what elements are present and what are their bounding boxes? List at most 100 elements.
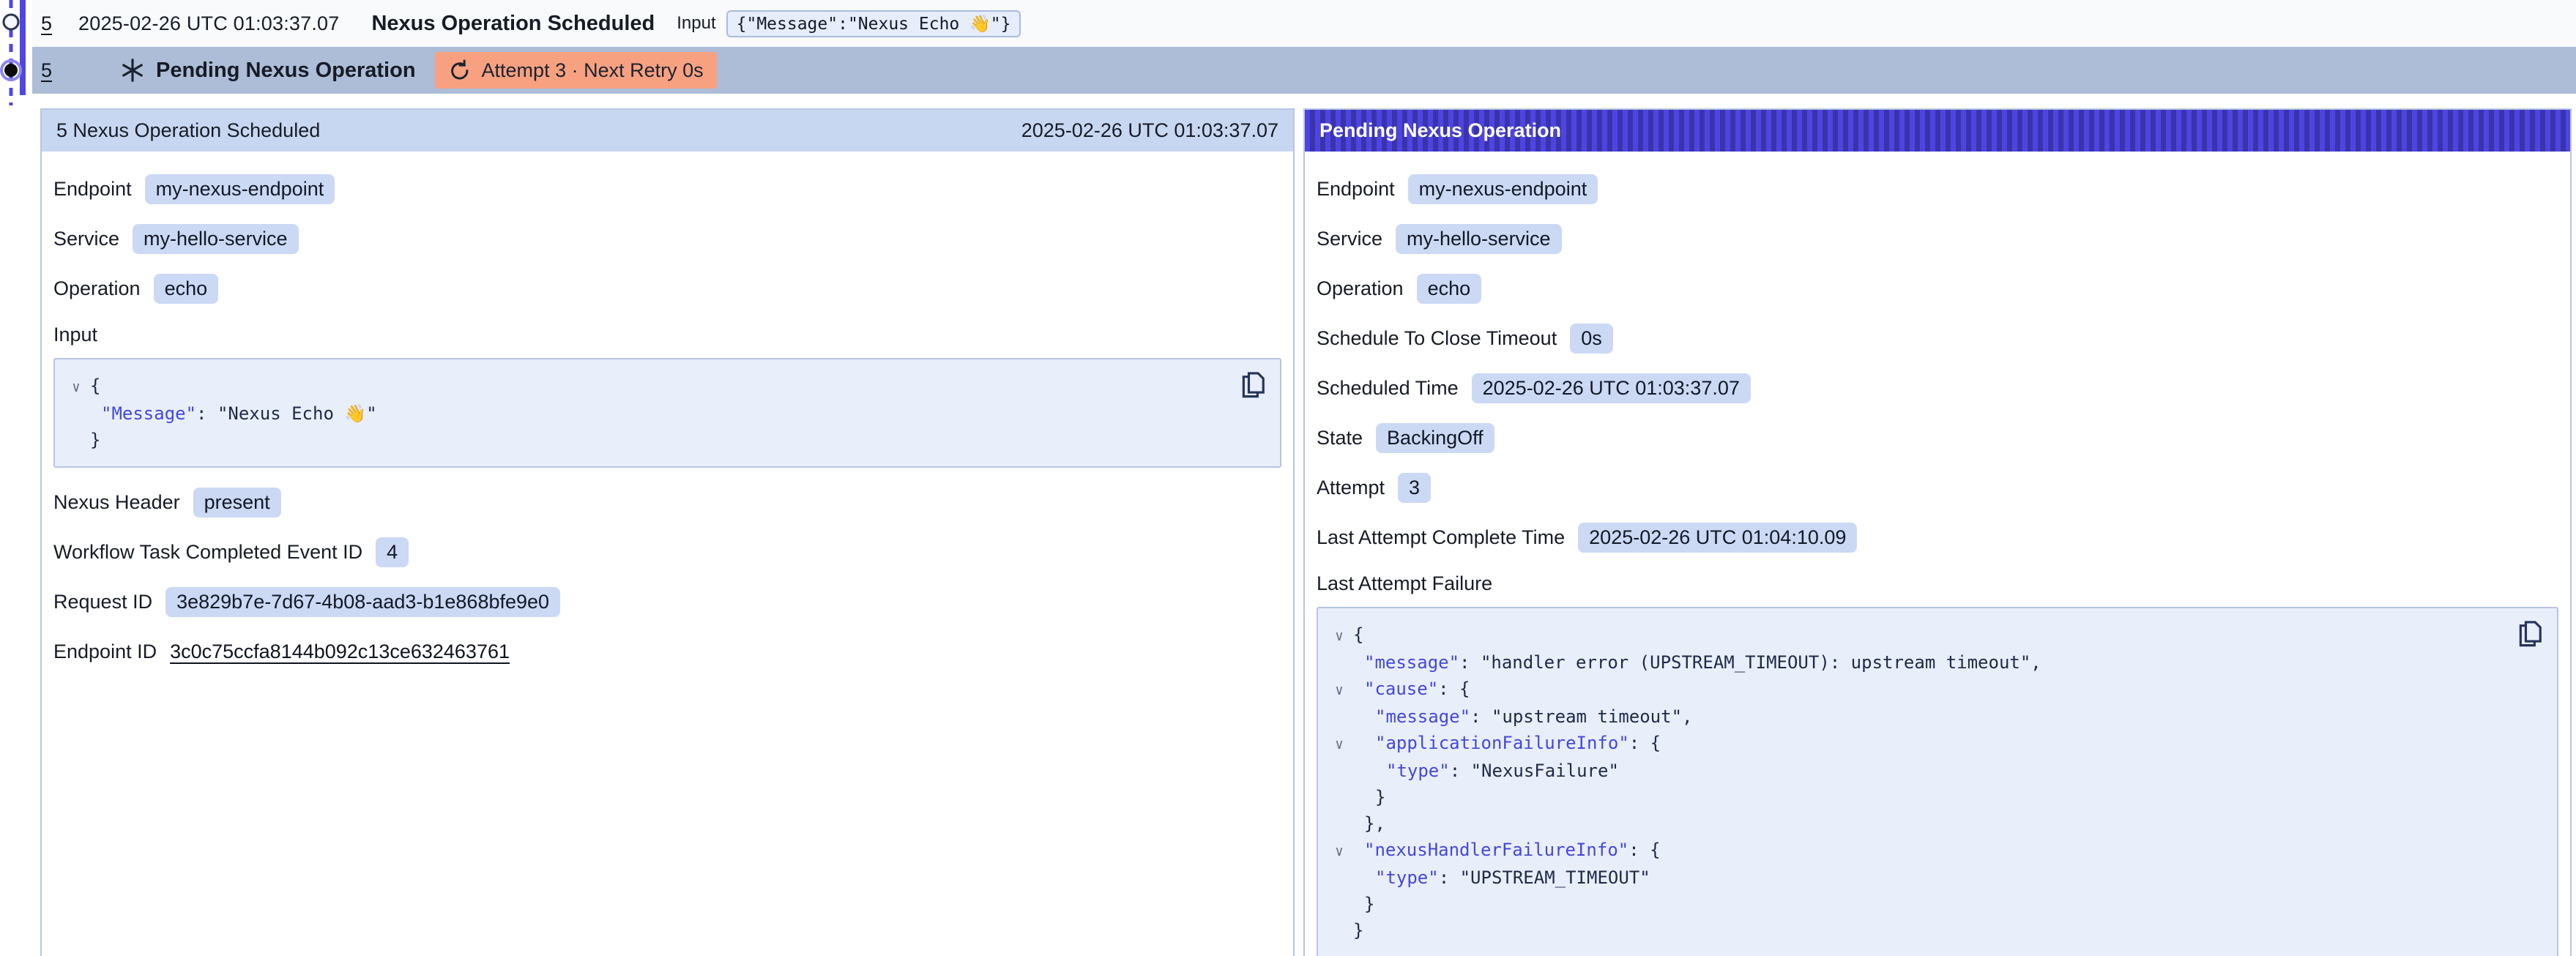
json-line: "type": "UPSTREAM_TIMEOUT" bbox=[1325, 864, 2506, 891]
event-rows: 5 2025-02-26 UTC 01:03:37.07 Nexus Opera… bbox=[32, 0, 2576, 94]
field-value-chip: BackingOff bbox=[1376, 423, 1494, 453]
field-label: Operation bbox=[1317, 277, 1404, 300]
timeline-dot-scheduled bbox=[4, 15, 18, 29]
json-punctuation: { bbox=[1353, 624, 1363, 645]
json-key: "applicationFailureInfo" bbox=[1375, 733, 1629, 753]
json-punctuation: }, bbox=[1364, 813, 1385, 834]
field-row: Nexus Header present bbox=[53, 488, 1281, 518]
timeline-gutter bbox=[0, 0, 34, 110]
json-line: } bbox=[1325, 891, 2506, 917]
json-value: : { bbox=[1629, 733, 1661, 753]
failure-section-label: Last Attempt Failure bbox=[1317, 572, 2558, 595]
field-row: Endpoint ID 3c0c75ccfa8144b092c13ce63246… bbox=[53, 637, 1281, 666]
field-row: Attempt 3 bbox=[1317, 473, 2558, 503]
field-label: Workflow Task Completed Event ID bbox=[53, 541, 362, 564]
field-label: State bbox=[1317, 427, 1363, 449]
field-row: Service my-hello-service bbox=[53, 224, 1281, 254]
json-line: "message": "handler error (UPSTREAM_TIME… bbox=[1325, 649, 2506, 676]
field-value-chip: 2025-02-26 UTC 01:03:37.07 bbox=[1472, 373, 1751, 403]
json-punctuation: } bbox=[1364, 894, 1374, 914]
left-panel-timestamp: 2025-02-26 UTC 01:03:37.07 bbox=[1021, 119, 1278, 142]
json-value: : { bbox=[1628, 840, 1660, 860]
event-time: 2025-02-26 UTC 01:03:37.07 bbox=[78, 12, 339, 35]
panel-nexus-operation-scheduled: 5 Nexus Operation Scheduled 2025-02-26 U… bbox=[40, 108, 1295, 956]
field-value: 4 bbox=[376, 537, 409, 567]
field-label: Endpoint bbox=[53, 178, 132, 201]
json-punctuation: { bbox=[90, 376, 100, 396]
json-value: : "handler error (UPSTREAM_TIMEOUT): ups… bbox=[1459, 652, 2041, 673]
event-id-link[interactable]: 5 bbox=[41, 59, 52, 82]
collapse-chevron[interactable]: ∨ bbox=[62, 374, 90, 400]
failure-json-lines: ∨ { "message": "handler error (UPSTREAM_… bbox=[1325, 621, 2506, 944]
left-fields-top: Endpoint my-nexus-endpoint Service my-he… bbox=[53, 174, 1281, 304]
field-label: Nexus Header bbox=[53, 491, 180, 514]
json-value: : "NexusFailure" bbox=[1450, 761, 1619, 781]
json-line: ∨ "cause": { bbox=[1325, 676, 2506, 703]
json-line: "Message": "Nexus Echo 👋" bbox=[62, 400, 1229, 427]
collapse-chevron[interactable]: ∨ bbox=[1325, 623, 1353, 649]
json-punctuation: } bbox=[1353, 920, 1363, 941]
input-json-lines: ∨ { "Message": "Nexus Echo 👋" } bbox=[62, 373, 1229, 453]
field-row: Scheduled Time 2025-02-26 UTC 01:03:37.0… bbox=[1317, 373, 2558, 403]
field-label: Endpoint bbox=[1317, 178, 1395, 201]
field-value: present bbox=[193, 488, 281, 518]
field-row: Request ID 3e829b7e-7d67-4b08-aad3-b1e86… bbox=[53, 587, 1281, 617]
field-label: Schedule To Close Timeout bbox=[1317, 327, 1557, 350]
pending-asterisk-icon bbox=[119, 57, 146, 83]
field-row: Endpoint my-nexus-endpoint bbox=[53, 174, 1281, 204]
event-row-pending[interactable]: 5 Pending Nexus Operation Attempt 3 · Ne… bbox=[32, 47, 2576, 94]
collapse-chevron[interactable]: ∨ bbox=[1325, 838, 1353, 864]
json-key: "message" bbox=[1364, 652, 1459, 673]
collapse-chevron[interactable]: ∨ bbox=[1325, 731, 1353, 758]
json-key: "nexusHandlerFailureInfo" bbox=[1364, 840, 1628, 860]
copy-button[interactable] bbox=[1239, 368, 1268, 400]
timeline-active-bar bbox=[20, 0, 26, 95]
json-line: ∨ "nexusHandlerFailureInfo": { bbox=[1325, 837, 2506, 864]
collapse-chevron[interactable]: ∨ bbox=[1325, 677, 1353, 703]
field-label: Request ID bbox=[53, 591, 152, 613]
field-label: Attempt bbox=[1317, 477, 1385, 499]
panel-pending-nexus-operation: Pending Nexus Operation Endpoint my-nexu… bbox=[1303, 108, 2572, 956]
field-row: State BackingOff bbox=[1317, 423, 2558, 453]
field-label: Endpoint ID bbox=[53, 641, 157, 663]
field-value-chip: 2025-02-26 UTC 01:04:10.09 bbox=[1578, 523, 1857, 553]
event-title: Pending Nexus Operation bbox=[156, 59, 416, 83]
json-line: ∨ { bbox=[1325, 621, 2506, 649]
json-key: "cause" bbox=[1364, 679, 1438, 699]
field-row: Endpoint my-nexus-endpoint bbox=[1317, 174, 2558, 204]
field-label: Scheduled Time bbox=[1317, 377, 1459, 400]
json-line: ∨ "applicationFailureInfo": { bbox=[1325, 730, 2506, 758]
json-punctuation: } bbox=[1375, 787, 1385, 807]
field-value-link[interactable]: 3c0c75ccfa8144b092c13ce632463761 bbox=[170, 641, 510, 663]
copy-button[interactable] bbox=[2516, 617, 2545, 649]
json-key: "message" bbox=[1375, 706, 1470, 727]
event-history-view: 5 2025-02-26 UTC 01:03:37.07 Nexus Opera… bbox=[0, 0, 2576, 956]
json-value: : "UPSTREAM_TIMEOUT" bbox=[1439, 867, 1650, 888]
field-value-chip: 3 bbox=[1398, 473, 1431, 503]
json-value: : "Nexus Echo 👋" bbox=[196, 403, 377, 424]
input-inline-label: Input bbox=[677, 13, 715, 34]
json-key: "type" bbox=[1386, 761, 1450, 781]
json-punctuation: } bbox=[90, 430, 100, 450]
retry-badge-label: Attempt 3 · Next Retry 0s bbox=[482, 59, 704, 82]
field-value-chip: my-nexus-endpoint bbox=[1408, 174, 1598, 204]
copy-icon bbox=[2525, 622, 2540, 641]
retry-status-badge: Attempt 3 · Next Retry 0s bbox=[435, 52, 717, 89]
field-row: Service my-hello-service bbox=[1317, 224, 2558, 254]
event-row-scheduled[interactable]: 5 2025-02-26 UTC 01:03:37.07 Nexus Opera… bbox=[32, 0, 2576, 47]
timeline-dot-pending bbox=[4, 64, 18, 77]
json-line: "type": "NexusFailure" bbox=[1325, 758, 2506, 784]
json-line: }, bbox=[1325, 810, 2506, 837]
json-line: } bbox=[1325, 917, 2506, 944]
retry-icon bbox=[448, 59, 472, 82]
field-row: Last Attempt Complete Time 2025-02-26 UT… bbox=[1317, 523, 2558, 553]
json-line: "message": "upstream timeout", bbox=[1325, 703, 2506, 730]
field-row: Schedule To Close Timeout 0s bbox=[1317, 324, 2558, 354]
event-id-link[interactable]: 5 bbox=[41, 12, 52, 35]
field-value-chip: echo bbox=[154, 274, 219, 304]
right-fields-top: Endpoint my-nexus-endpoint Service my-he… bbox=[1317, 174, 2558, 553]
field-value-chip: 0s bbox=[1570, 324, 1613, 354]
copy-icon bbox=[1248, 373, 1263, 392]
json-line: ∨ { bbox=[62, 373, 1229, 400]
input-preview-chip[interactable]: {"Message":"Nexus Echo 👋"} bbox=[726, 10, 1021, 37]
